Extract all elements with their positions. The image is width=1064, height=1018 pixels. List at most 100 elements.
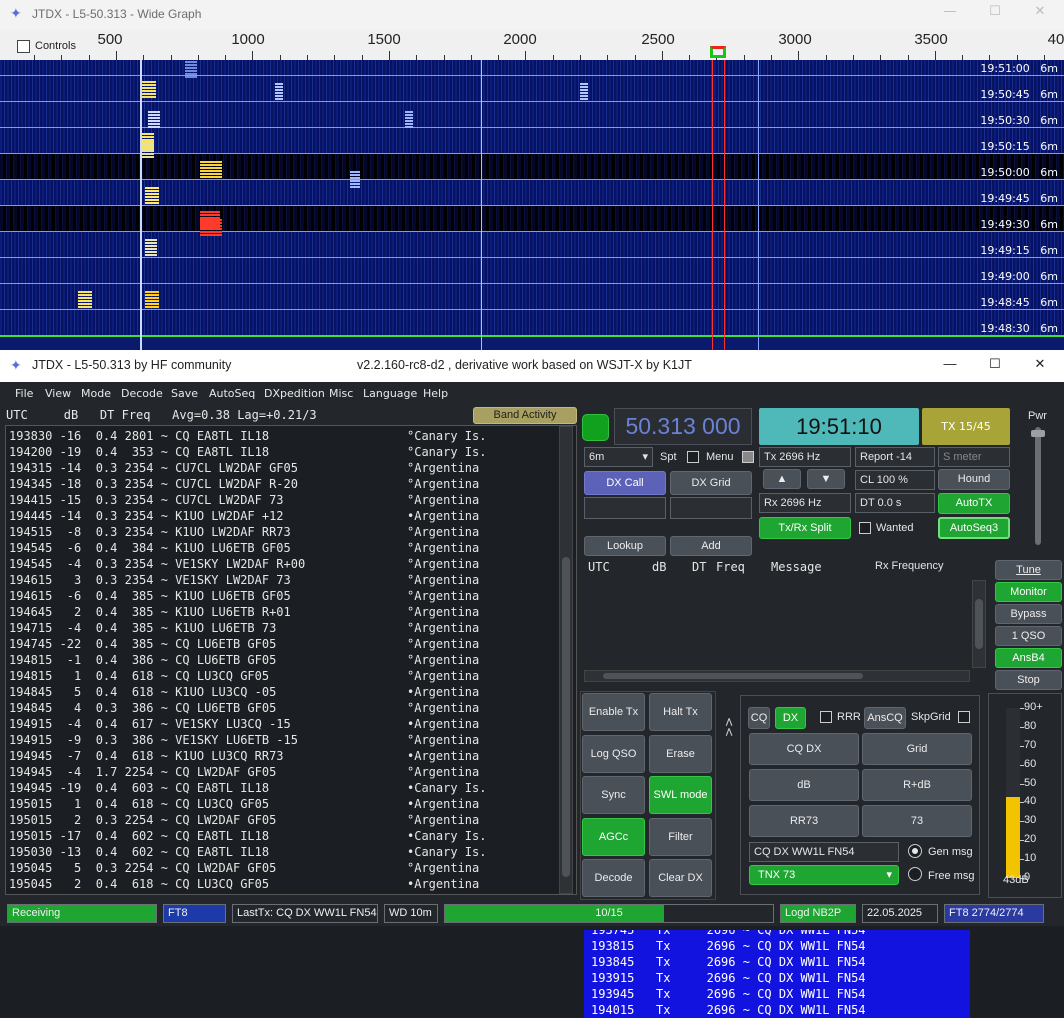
gen-msg-radio[interactable] xyxy=(908,844,922,858)
menu-mode[interactable]: Mode xyxy=(81,387,111,400)
dx-call-field[interactable] xyxy=(584,497,666,519)
tx-frequency-marker[interactable] xyxy=(710,46,726,58)
decode-row[interactable]: 194715 -4 0.4 385 ~ K1UO LU6ETB 73 °Argen… xyxy=(9,620,479,636)
rx-frequency-row[interactable]: 194015 Tx 2696 ~ CQ DX WW1L FN54 xyxy=(591,1002,866,1018)
decode-row[interactable]: 194945 -19 0.4 603 ~ CQ EA8TL IL18 •Canar… xyxy=(9,780,486,796)
menu-file[interactable]: File xyxy=(15,387,33,400)
add-button[interactable]: Add xyxy=(670,536,752,556)
close-icon[interactable]: ✕ xyxy=(1020,4,1060,24)
decode-row[interactable]: 194615 -6 0.4 385 ~ K1UO LU6ETB GF05 °Arg… xyxy=(9,588,479,604)
dt-field[interactable]: DT 0.0 s xyxy=(855,493,935,513)
decode-row[interactable]: 194345 -18 0.3 2354 ~ CU7CL LW2DAF R-20 °… xyxy=(9,476,479,492)
dx-button[interactable]: DX xyxy=(775,707,806,729)
dx-grid-button[interactable]: DX Grid xyxy=(670,471,752,495)
decode-row[interactable]: 195015 1 0.4 618 ~ CQ LU3CQ GF05 •Argenti… xyxy=(9,796,479,812)
rx-frequency-scrollbar[interactable] xyxy=(972,580,986,668)
decode-row[interactable]: 194745 -22 0.4 385 ~ CQ LU6ETB GF05 °Arge… xyxy=(9,636,479,652)
frequency-scale[interactable]: Controls 500 1000 1500 2000 2500 3000 3500 40 xyxy=(0,30,1064,60)
decode-button[interactable]: Decode xyxy=(582,859,645,897)
menu-autoseq[interactable]: AutoSeq xyxy=(209,387,255,400)
menu-help[interactable]: Help xyxy=(423,387,448,400)
decode-row[interactable]: 194445 -14 0.3 2354 ~ K1UO LW2DAF +12 •Ar… xyxy=(9,508,479,524)
rx-frequency-row[interactable]: 193915 Tx 2696 ~ CQ DX WW1L FN54 xyxy=(591,970,866,986)
decode-row[interactable]: 194945 -7 0.4 618 ~ K1UO LU3CQ RR73 •Arge… xyxy=(9,748,479,764)
cl-field[interactable]: CL 100 % xyxy=(855,470,935,490)
minimize-icon[interactable]: — xyxy=(930,356,970,376)
freq-down-button[interactable]: ▼ xyxy=(807,469,845,489)
rrr-checkbox[interactable] xyxy=(820,711,832,723)
tune-button[interactable]: Tune xyxy=(995,560,1062,580)
decode-row[interactable]: 195045 2 0.4 618 ~ CQ LU3CQ GF05 •Argenti… xyxy=(9,876,479,892)
decode-row[interactable]: 194615 3 0.3 2354 ~ VE1SKY LW2DAF 73 °Arg… xyxy=(9,572,479,588)
close-icon[interactable]: ✕ xyxy=(1020,356,1060,376)
rx-frequency-field[interactable]: Rx 2696 Hz xyxy=(759,493,851,513)
monitor-button[interactable]: Monitor xyxy=(995,582,1062,602)
minimize-icon[interactable]: — xyxy=(930,4,970,24)
autotx-button[interactable]: AutoTX xyxy=(938,493,1010,514)
seventy-three-button[interactable]: 73 xyxy=(862,805,972,837)
power-slider[interactable] xyxy=(1035,427,1041,545)
clear-dx-button[interactable]: Clear DX xyxy=(649,859,712,897)
band-activity-button[interactable]: Band Activity xyxy=(473,407,577,424)
filter-button[interactable]: Filter xyxy=(649,818,712,856)
waterfall-display[interactable]: 19:51:00 6m 19:50:45 6m 19:50:30 6m 19:50:1… xyxy=(0,60,1064,350)
one-qso-button[interactable]: 1 QSO xyxy=(995,626,1062,646)
lookup-button[interactable]: Lookup xyxy=(584,536,666,556)
collapse-arrows-icon[interactable]: >> xyxy=(722,717,736,737)
dx-call-button[interactable]: DX Call xyxy=(584,471,666,495)
stop-button[interactable]: Stop xyxy=(995,670,1062,690)
report-field[interactable]: Report -14 xyxy=(855,447,935,467)
decode-row[interactable]: 194845 4 0.3 386 ~ CQ LU6ETB GF05 °Argent… xyxy=(9,700,479,716)
band-select[interactable]: 6m ▾ xyxy=(584,447,653,467)
freq-up-button[interactable]: ▲ xyxy=(763,469,801,489)
rx-frequency-row[interactable]: 193745 Tx 2696 ~ CQ DX WW1L FN54 xyxy=(591,930,866,938)
rr73-button[interactable]: RR73 xyxy=(749,805,859,837)
r-db-button[interactable]: R+dB xyxy=(862,769,972,801)
grid-button[interactable]: Grid xyxy=(862,733,972,765)
txrx-split-button[interactable]: Tx/Rx Split xyxy=(759,517,851,539)
free-msg-radio[interactable] xyxy=(908,867,922,881)
scrollbar-thumb[interactable] xyxy=(603,673,863,679)
sync-button[interactable]: Sync xyxy=(582,776,645,814)
tx-frequency-field[interactable]: Tx 2696 Hz xyxy=(759,447,851,467)
menu-checkbox[interactable] xyxy=(742,451,754,463)
decode-row[interactable]: 194915 -9 0.3 386 ~ VE1SKY LU6ETB -15 °Ar… xyxy=(9,732,479,748)
scrollbar-thumb[interactable] xyxy=(975,599,983,649)
agcc-button[interactable]: AGCc xyxy=(582,818,645,856)
rx-frequency-row[interactable]: 193845 Tx 2696 ~ CQ DX WW1L FN54 xyxy=(591,954,866,970)
decode-row[interactable]: 194645 2 0.4 385 ~ K1UO LU6ETB R+01 °Arge… xyxy=(9,604,479,620)
wanted-checkbox[interactable] xyxy=(859,522,871,534)
bypass-button[interactable]: Bypass xyxy=(995,604,1062,624)
hound-button[interactable]: Hound xyxy=(938,469,1010,490)
decode-row[interactable]: 194815 1 0.4 618 ~ CQ LU3CQ GF05 °Argenti… xyxy=(9,668,479,684)
gen-msg-field[interactable]: CQ DX WW1L FN54 xyxy=(749,842,899,862)
dial-frequency-display[interactable]: 50.313 000 xyxy=(614,408,752,445)
rx-frequency-row[interactable]: 193815 Tx 2696 ~ CQ DX WW1L FN54 xyxy=(591,938,866,954)
decode-row[interactable]: 193830 -16 0.4 2801 ~ CQ EA8TL IL18 °Cana… xyxy=(9,428,486,444)
rx-frequency-row[interactable]: 193945 Tx 2696 ~ CQ DX WW1L FN54 xyxy=(591,986,866,1002)
menu-decode[interactable]: Decode xyxy=(121,387,163,400)
s-meter-field[interactable]: S meter xyxy=(938,447,1010,467)
decode-row[interactable]: 194815 -1 0.4 386 ~ CQ LU6ETB GF05 °Argen… xyxy=(9,652,479,668)
band-activity-list[interactable]: 193830 -16 0.4 2801 ~ CQ EA8TL IL18 °Cana… xyxy=(5,425,577,895)
decode-row[interactable]: 195030 -13 0.4 602 ~ CQ EA8TL IL18 •Canar… xyxy=(9,844,486,860)
anscq-button[interactable]: AnsCQ xyxy=(864,707,906,729)
decode-row[interactable]: 194200 -19 0.4 353 ~ CQ EA8TL IL18 °Canar… xyxy=(9,444,486,460)
dx-grid-field[interactable] xyxy=(670,497,752,519)
ansb4-button[interactable]: AnsB4 xyxy=(995,648,1062,668)
cqdx-button[interactable]: CQ DX xyxy=(749,733,859,765)
rx-frequency-list[interactable]: 193745 Tx 2696 ~ CQ DX WW1L FN54 193815 T… xyxy=(584,930,970,1018)
decode-row[interactable]: 195045 5 0.3 2254 ~ CQ LW2DAF GF05 °Argen… xyxy=(9,860,479,876)
scrollbar-thumb[interactable] xyxy=(562,557,570,877)
db-button[interactable]: dB xyxy=(749,769,859,801)
controls-checkbox[interactable] xyxy=(17,40,30,53)
decode-row[interactable]: 194515 -8 0.3 2354 ~ K1UO LW2DAF RR73 °Ar… xyxy=(9,524,479,540)
log-qso-button[interactable]: Log QSO xyxy=(582,735,645,773)
decode-row[interactable]: 194315 -14 0.3 2354 ~ CU7CL LW2DAF GF05 °… xyxy=(9,460,479,476)
decode-row[interactable]: 194545 -6 0.4 384 ~ K1UO LU6ETB GF05 °Arg… xyxy=(9,540,479,556)
erase-button[interactable]: Erase xyxy=(649,735,712,773)
decode-row[interactable]: 195015 2 0.3 2254 ~ CQ LW2DAF GF05 °Argen… xyxy=(9,812,479,828)
skpgrid-checkbox[interactable] xyxy=(958,711,970,723)
power-slider-handle[interactable] xyxy=(1031,430,1045,437)
decode-row[interactable]: 194415 -15 0.3 2354 ~ CU7CL LW2DAF 73 °Ar… xyxy=(9,492,479,508)
